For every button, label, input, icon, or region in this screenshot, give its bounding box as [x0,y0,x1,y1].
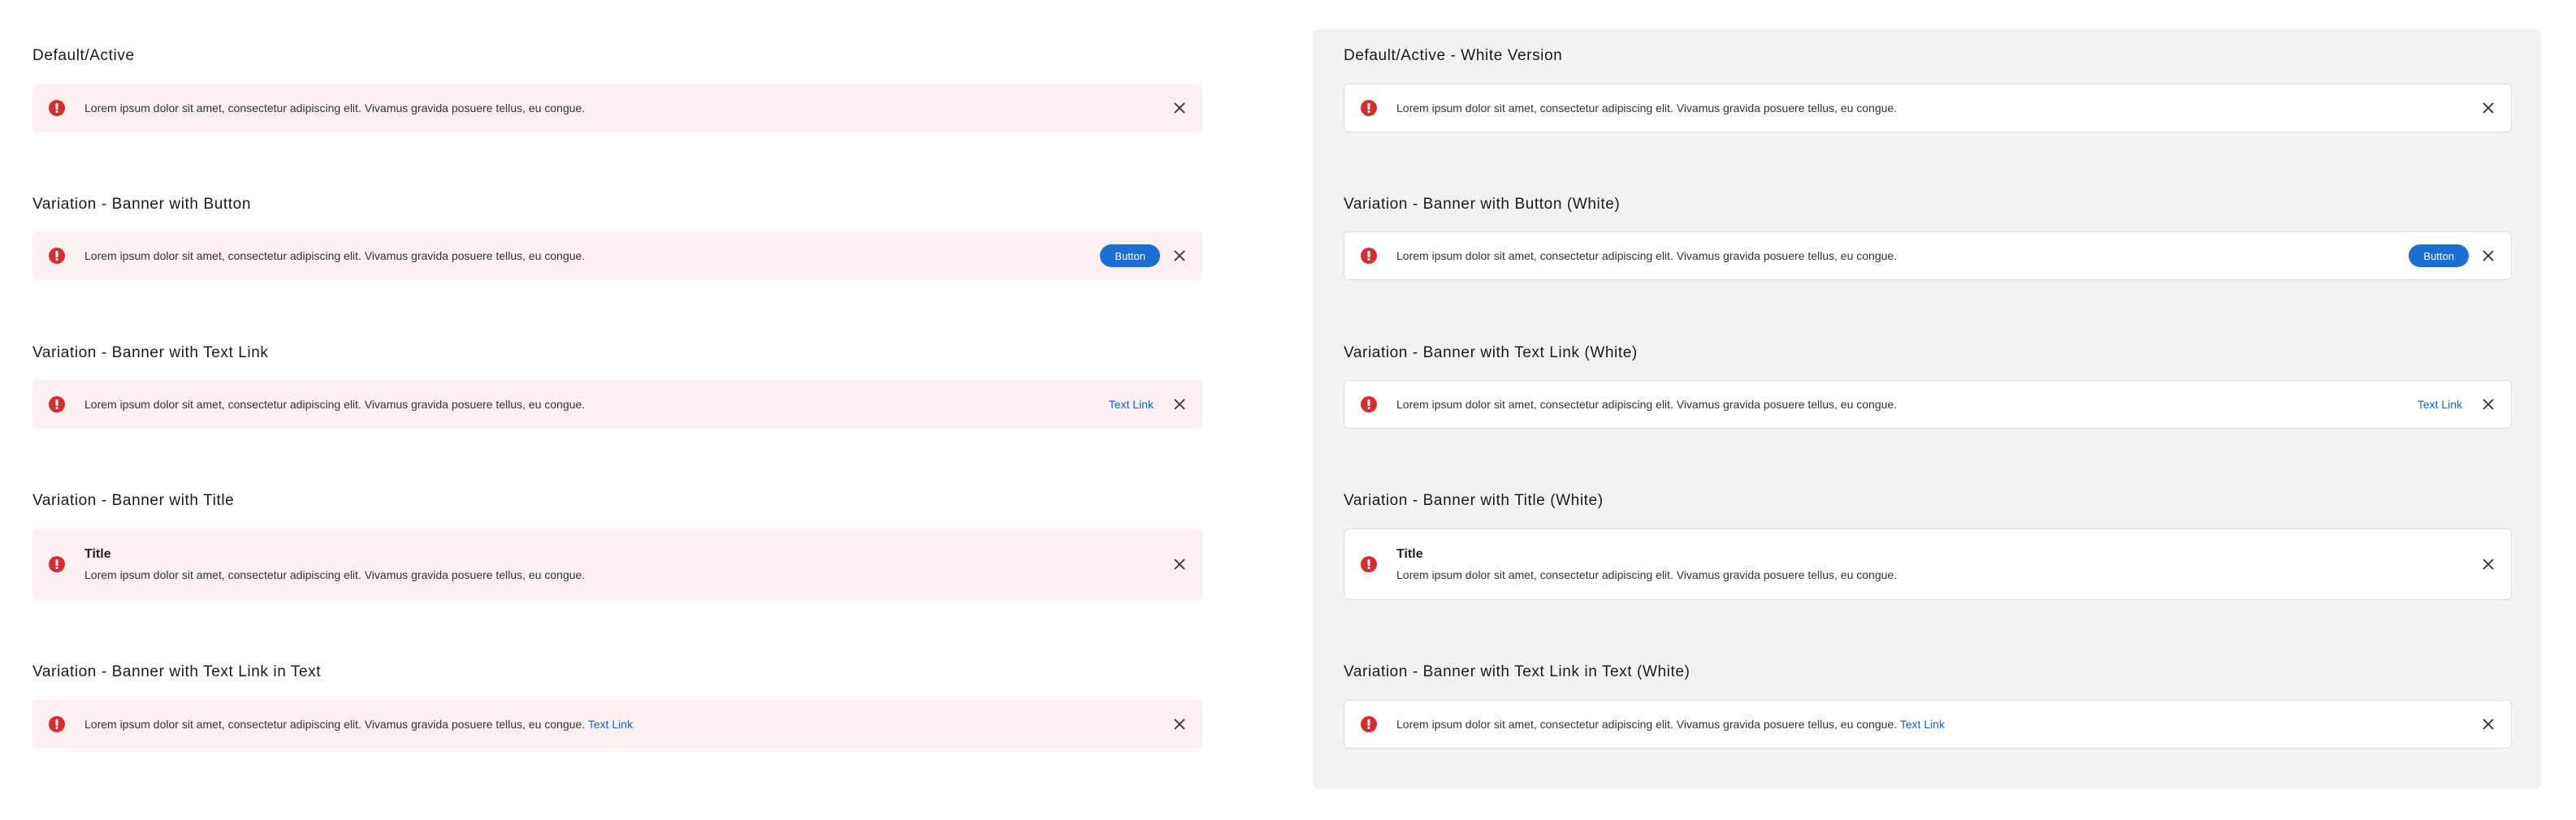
banner-message-with-link: Lorem ipsum dolor sit amet, consectetur … [84,718,1171,731]
error-icon [49,100,65,116]
banner-title: Title [84,547,111,561]
close-icon[interactable] [2480,396,2496,412]
close-icon[interactable] [2480,248,2496,264]
banner-with-button: Lorem ipsum dolor sit amet, consectetur … [32,231,1202,280]
heading-title: Variation - Banner with Title [32,492,235,509]
close-icon[interactable] [2480,100,2496,116]
pink-variants-column: Default/Active Lorem ipsum dolor sit ame… [0,0,1300,820]
close-icon[interactable] [2480,716,2496,732]
banner-title: Title [1396,547,1423,561]
banner-message-with-link: Lorem ipsum dolor sit amet, consectetur … [1396,718,2480,731]
error-icon [49,396,65,412]
error-icon [49,556,65,572]
banner-message: Lorem ipsum dolor sit amet, consectetur … [84,249,586,262]
banner-with-button-white: Lorem ipsum dolor sit amet, consectetur … [1344,231,2512,280]
heading-link-in-text: Variation - Banner with Text Link in Tex… [32,663,322,680]
error-icon [1361,396,1377,412]
banner-message: Lorem ipsum dolor sit amet, consectetur … [1396,568,1898,581]
banner-with-title-white: Title Lorem ipsum dolor sit amet, consec… [1344,529,2512,600]
banner-message: Lorem ipsum dolor sit amet, consectetur … [1396,718,1898,731]
close-icon[interactable] [1171,716,1188,732]
inline-text-link[interactable]: Text Link [588,718,633,731]
heading-link-in-text-white: Variation - Banner with Text Link in Tex… [1344,663,1691,680]
close-icon[interactable] [1171,100,1188,116]
banner-message: Lorem ipsum dolor sit amet, consectetur … [84,398,586,411]
banner-with-link-in-text-white: Lorem ipsum dolor sit amet, consectetur … [1344,700,2512,749]
banner-with-text-link: Lorem ipsum dolor sit amet, consectetur … [32,380,1202,429]
heading-text-link-white: Variation - Banner with Text Link (White… [1344,344,1638,361]
heading-default: Default/Active [32,47,135,64]
inline-text-link[interactable]: Text Link [1900,718,1945,731]
banner-message: Lorem ipsum dolor sit amet, consectetur … [84,568,586,581]
banner-action-button[interactable]: Button [2409,244,2469,267]
heading-text-link: Variation - Banner with Text Link [32,344,269,361]
white-variants-panel: Default/Active - White Version Lorem ips… [1313,29,2541,789]
banner-text-link[interactable]: Text Link [1109,398,1154,411]
error-icon [1361,556,1377,572]
banner-message: Lorem ipsum dolor sit amet, consectetur … [84,718,586,731]
error-icon [49,248,65,264]
banner-action-button[interactable]: Button [1100,244,1160,267]
error-icon [1361,716,1377,732]
banner-message: Lorem ipsum dolor sit amet, consectetur … [1396,249,1898,262]
heading-button-white: Variation - Banner with Button (White) [1344,196,1621,213]
banner-default: Lorem ipsum dolor sit amet, consectetur … [32,84,1202,132]
close-icon[interactable] [1171,396,1188,412]
error-icon [1361,248,1377,264]
heading-title-white: Variation - Banner with Title (White) [1344,492,1604,509]
banner-message: Lorem ipsum dolor sit amet, consectetur … [1396,398,1898,411]
banner-default-white: Lorem ipsum dolor sit amet, consectetur … [1344,84,2512,132]
close-icon[interactable] [1171,556,1188,572]
close-icon[interactable] [2480,556,2496,572]
banner-with-title: Title Lorem ipsum dolor sit amet, consec… [32,529,1202,600]
error-icon [49,716,65,732]
banner-with-text-link-white: Lorem ipsum dolor sit amet, consectetur … [1344,380,2512,429]
banner-message: Lorem ipsum dolor sit amet, consectetur … [84,101,586,114]
close-icon[interactable] [1171,248,1188,264]
banner-with-link-in-text: Lorem ipsum dolor sit amet, consectetur … [32,700,1202,749]
error-icon [1361,100,1377,116]
banner-message: Lorem ipsum dolor sit amet, consectetur … [1396,101,1898,114]
heading-default-white: Default/Active - White Version [1344,47,1563,64]
heading-button: Variation - Banner with Button [32,196,252,213]
banner-text-link[interactable]: Text Link [2418,398,2462,411]
